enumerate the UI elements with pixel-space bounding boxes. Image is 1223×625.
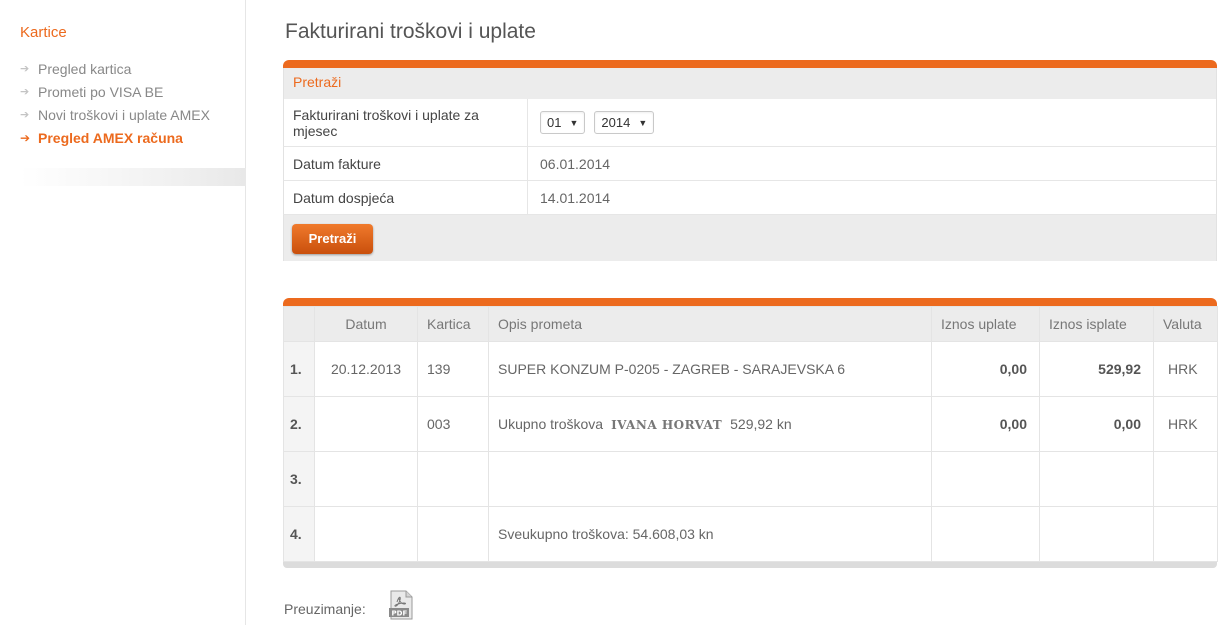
due-date-row: Datum dospjeća 14.01.2014: [283, 181, 1217, 215]
row-number: 2.: [283, 396, 315, 452]
table-footer-bar: [283, 562, 1217, 568]
sidebar-title[interactable]: Kartice: [20, 24, 67, 41]
due-date-value: 14.01.2014: [540, 189, 611, 206]
arrow-right-icon: ➔: [20, 86, 30, 98]
column-header-date[interactable]: Datum: [314, 306, 418, 342]
due-date-label: Datum dospjeća: [284, 181, 528, 214]
sidebar-item-novi-troskovi-amex[interactable]: ➔ Novi troškovi i uplate AMEX: [20, 104, 210, 127]
search-header: Pretraži: [283, 68, 1217, 99]
row-description: [488, 451, 932, 507]
row-currency: HRK: [1153, 396, 1218, 452]
row-number: 4.: [283, 506, 315, 562]
row-description: Ukupno troškova IVANA HORVAT 529,92 kn: [488, 396, 932, 452]
results-top-bar: [283, 298, 1217, 306]
search-panel: Pretraži Fakturirani troškovi i uplate z…: [283, 60, 1217, 261]
arrow-right-icon: ➔: [20, 109, 30, 121]
invoice-date-row: Datum fakture 06.01.2014: [283, 147, 1217, 181]
transactions-table: Datum Kartica Opis prometa Iznos uplate …: [283, 306, 1218, 562]
sidebar-item-label: Novi troškovi i uplate AMEX: [38, 107, 210, 123]
month-label: Fakturirani troškovi i uplate za mjesec: [284, 99, 528, 146]
download-section: Preuzimanje: PDF: [284, 590, 414, 624]
row-payment: [931, 451, 1040, 507]
row-payout: [1039, 451, 1154, 507]
row-date: [314, 506, 418, 562]
row-date: [314, 451, 418, 507]
panel-top-bar: [283, 60, 1217, 68]
row-description: SUPER KONZUM P-0205 - ZAGREB - SARAJEVSK…: [488, 341, 932, 397]
column-header-payout[interactable]: Iznos isplate: [1039, 306, 1154, 342]
cardholder-name: IVANA HORVAT: [611, 418, 723, 432]
row-payment: 0,00: [931, 341, 1040, 397]
sidebar-item-prometi-visa[interactable]: ➔ Prometi po VISA BE: [20, 81, 210, 104]
sidebar-item-label: Pregled AMEX računa: [38, 130, 183, 146]
table-row[interactable]: 1. 20.12.2013 139 SUPER KONZUM P-0205 - …: [283, 341, 1218, 397]
column-header-payment[interactable]: Iznos uplate: [931, 306, 1040, 342]
row-card: 003: [417, 396, 489, 452]
pdf-icon-label: PDF: [391, 610, 407, 618]
column-header-currency[interactable]: Valuta: [1153, 306, 1218, 342]
sidebar-divider: [20, 168, 246, 186]
table-row[interactable]: 2. 003 Ukupno troškova IVANA HORVAT 529,92…: [283, 396, 1218, 452]
row-payout: [1039, 506, 1154, 562]
row-card: [417, 506, 489, 562]
row-currency: [1153, 506, 1218, 562]
pdf-icon[interactable]: PDF: [388, 590, 414, 620]
invoice-date-label: Datum fakture: [284, 147, 528, 180]
row-date: [314, 396, 418, 452]
invoice-date-value: 06.01.2014: [540, 155, 611, 172]
sidebar-item-label: Pregled kartica: [38, 61, 132, 77]
row-payment: 0,00: [931, 396, 1040, 452]
description-suffix: 529,92 kn: [730, 416, 792, 432]
sidebar: Kartice ➔ Pregled kartica ➔ Prometi po V…: [0, 0, 246, 625]
arrow-right-icon: ➔: [20, 131, 31, 145]
row-card: [417, 451, 489, 507]
chevron-down-icon: ▼: [569, 117, 579, 128]
sidebar-item-pregled-amex-racuna[interactable]: ➔ Pregled AMEX računa: [20, 127, 210, 150]
sidebar-nav: ➔ Pregled kartica ➔ Prometi po VISA BE ➔…: [20, 58, 210, 150]
description-prefix: Ukupno troškova: [498, 416, 604, 432]
row-currency: [1153, 451, 1218, 507]
column-header-number: [283, 306, 315, 342]
column-header-description[interactable]: Opis prometa: [488, 306, 932, 342]
row-number: 3.: [283, 451, 315, 507]
page-title: Fakturirani troškovi i uplate: [285, 20, 536, 43]
row-number: 1.: [283, 341, 315, 397]
month-row: Fakturirani troškovi i uplate za mjesec …: [283, 99, 1217, 147]
row-payout: 529,92: [1039, 341, 1154, 397]
arrow-right-icon: ➔: [20, 63, 30, 75]
row-card: 139: [417, 341, 489, 397]
row-payout: 0,00: [1039, 396, 1154, 452]
chevron-down-icon: ▼: [638, 117, 648, 128]
table-header-row: Datum Kartica Opis prometa Iznos uplate …: [283, 306, 1218, 342]
row-description: Sveukupno troškova: 54.608,03 kn: [488, 506, 932, 562]
search-button[interactable]: Pretraži: [292, 224, 373, 254]
table-row[interactable]: 3.: [283, 451, 1218, 507]
download-label: Preuzimanje:: [284, 601, 366, 617]
month-selectors: 01 ▼ 2014 ▼: [528, 99, 1216, 146]
month-select-value: 01: [547, 115, 562, 130]
year-select-value: 2014: [601, 115, 631, 130]
sidebar-item-pregled-kartica[interactable]: ➔ Pregled kartica: [20, 58, 210, 81]
row-currency: HRK: [1153, 341, 1218, 397]
sidebar-item-label: Prometi po VISA BE: [38, 84, 164, 100]
column-header-card[interactable]: Kartica: [417, 306, 489, 342]
search-footer: Pretraži: [283, 215, 1217, 261]
row-date: 20.12.2013: [314, 341, 418, 397]
results-panel: Datum Kartica Opis prometa Iznos uplate …: [283, 298, 1218, 568]
table-row[interactable]: 4. Sveukupno troškova: 54.608,03 kn: [283, 506, 1218, 562]
row-payment: [931, 506, 1040, 562]
year-select[interactable]: 2014 ▼: [594, 111, 655, 134]
month-select[interactable]: 01 ▼: [540, 111, 586, 134]
